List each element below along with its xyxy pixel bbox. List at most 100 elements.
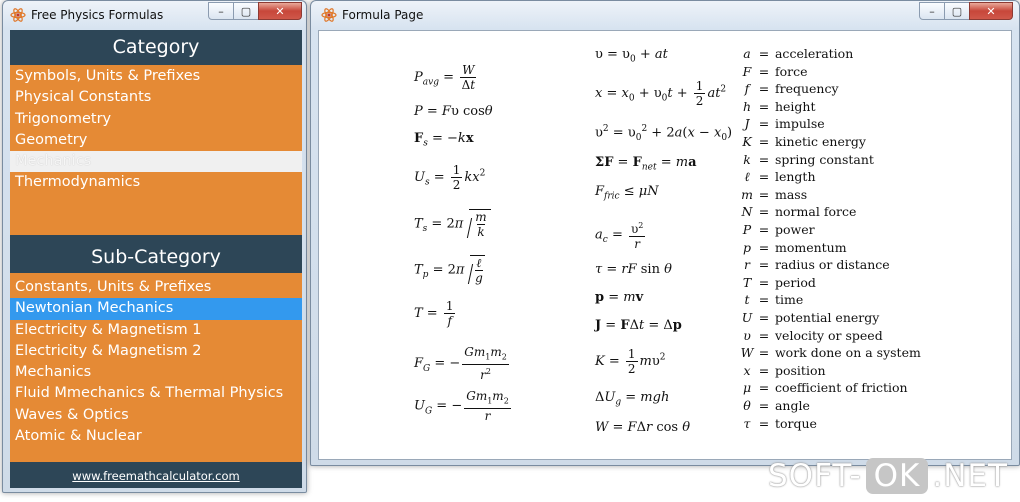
formula-power: P = Fυ cosθ — [414, 104, 493, 119]
legend-symbol: τ — [743, 415, 751, 431]
legend-symbol: θ — [743, 398, 751, 413]
subcategory-item[interactable]: Mechanics — [10, 362, 302, 383]
formula-momentum: p = mv — [595, 290, 644, 305]
category-item-selected[interactable]: Mechanics — [10, 151, 302, 173]
legend-description: kinetic energy — [774, 134, 866, 149]
legend-row: k = spring constant — [737, 152, 874, 167]
legend-symbol: h — [742, 98, 752, 114]
legend-description: work done on a system — [774, 345, 921, 361]
legend-row: a = acceleration — [737, 46, 853, 61]
formula-friction: Ffric ≤ μN — [595, 184, 659, 202]
navigation-panel: Category Symbols, Units & Prefixes Physi… — [10, 30, 302, 488]
app-window: Free Physics Formulas – ▢ ✕ Category Sym… — [2, 0, 307, 493]
legend-symbol: m — [741, 186, 753, 202]
legend-row: x = position — [737, 362, 826, 378]
legend-symbol: W — [740, 345, 754, 361]
category-list: Symbols, Units & Prefixes Physical Const… — [10, 66, 302, 194]
category-item[interactable]: Geometry — [10, 130, 302, 151]
subcategory-item[interactable]: Atomic & Nuclear — [10, 426, 302, 447]
formula-torque: τ = rF sin θ — [595, 262, 672, 277]
footer-bar: www.freemathcalculator.com — [10, 462, 302, 488]
window-title: Formula Page — [342, 8, 424, 22]
symbol-legend: a = acceleration F = force f = frequency h =… — [737, 46, 1007, 446]
formula-sheet: Pavg = W Δt P = Fυ cosθ Fs = −kx Us = 12k… — [318, 30, 1012, 460]
legend-description: velocity or speed — [774, 327, 883, 343]
formula-gravitational-force: FG = − Gm1m2 r2 — [414, 345, 509, 383]
legend-row: J = impulse — [737, 116, 825, 132]
formula-spring-period: Ts = 2π m k — [414, 209, 491, 239]
maximize-button[interactable]: ▢ — [233, 2, 259, 20]
legend-symbol: f — [744, 81, 750, 97]
subcategory-list: Constants, Units & Prefixes Newtonian Me… — [10, 277, 302, 447]
title-bar[interactable]: Free Physics Formulas – ▢ ✕ — [3, 1, 306, 29]
minimize-button[interactable]: – — [208, 2, 234, 20]
close-button[interactable]: ✕ — [969, 2, 1013, 20]
formula-window: Formula Page – ▢ ✕ Pavg = W Δt P = Fυ cos… — [310, 0, 1020, 466]
legend-row: ℓ = length — [737, 169, 815, 185]
legend-description: potential energy — [774, 310, 880, 325]
formula-position: x = x0 + υ0t + 1 2 at2 — [595, 79, 727, 108]
formula-impulse: J = FΔt = Δp — [595, 318, 682, 333]
legend-description: height — [774, 98, 816, 114]
subcategory-item[interactable]: Electricity & Magnetism 2 — [10, 341, 302, 362]
atom-icon — [321, 8, 337, 22]
legend-row: h = height — [737, 99, 816, 114]
legend-row: m = mass — [737, 187, 807, 202]
legend-description: acceleration — [774, 46, 854, 61]
watermark-left: SOFT- — [768, 458, 862, 494]
legend-row: U = potential energy — [737, 310, 880, 325]
subcategory-item[interactable]: Waves & Optics — [10, 405, 302, 426]
legend-symbol: U — [741, 310, 753, 325]
maximize-button[interactable]: ▢ — [944, 2, 970, 20]
legend-row: θ = angle — [737, 398, 810, 413]
website-link[interactable]: www.freemathcalculator.com — [72, 469, 239, 483]
legend-symbol: t — [744, 292, 750, 308]
subcategory-item[interactable]: Fluid Mmechanics & Thermal Physics — [10, 383, 302, 404]
window-title: Free Physics Formulas — [31, 8, 164, 22]
category-item[interactable]: Thermodynamics — [10, 172, 302, 193]
legend-description: force — [774, 63, 808, 79]
category-item[interactable]: Physical Constants — [10, 87, 302, 108]
title-bar[interactable]: Formula Page – ▢ ✕ — [311, 1, 1019, 29]
category-item[interactable]: Trigonometry — [10, 109, 302, 130]
legend-description: coefficient of friction — [774, 380, 908, 396]
legend-symbol: K — [742, 134, 752, 149]
minimize-button[interactable]: – — [919, 2, 945, 20]
formula-spring-energy: Us = 1 2 kx2 — [414, 163, 486, 192]
legend-description: power — [774, 222, 815, 237]
formula-velocity-squared: υ2 = υ02 + 2a(x − x0) — [595, 124, 733, 143]
subcategory-item-selected[interactable]: Newtonian Mechanics — [10, 298, 302, 320]
legend-symbol: υ — [743, 327, 751, 343]
category-header: Category — [10, 30, 302, 65]
legend-row: μ = coefficient of friction — [737, 380, 908, 395]
formula-spring-force: Fs = −kx — [414, 131, 474, 149]
legend-description: position — [774, 362, 826, 378]
legend-symbol: x — [743, 362, 751, 378]
close-button[interactable]: ✕ — [258, 2, 302, 20]
subcategory-item[interactable]: Constants, Units & Prefixes — [10, 277, 302, 298]
legend-row: T = period — [737, 275, 816, 290]
watermark-right: .NET — [932, 458, 1008, 494]
legend-symbol: a — [743, 46, 751, 61]
watermark: SOFT- OK .NET — [768, 454, 1008, 498]
legend-symbol: J — [744, 116, 750, 132]
legend-description: frequency — [774, 81, 839, 97]
legend-symbol: p — [742, 239, 751, 255]
formula-velocity: υ = υ0 + at — [595, 47, 668, 65]
legend-symbol: ℓ — [744, 169, 750, 185]
legend-description: angle — [774, 398, 810, 413]
subcategory-item[interactable]: Electricity & Magnetism 1 — [10, 320, 302, 341]
legend-row: N = normal force — [737, 204, 857, 220]
formula-net-force: ΣF = Fnet = ma — [595, 155, 697, 173]
legend-symbol: N — [741, 204, 753, 220]
legend-row: W = work done on a system — [737, 345, 921, 360]
formula-avg-power: Pavg = W Δt — [414, 63, 477, 92]
legend-symbol: μ — [742, 380, 752, 396]
legend-description: spring constant — [774, 151, 874, 167]
legend-description: normal force — [774, 204, 857, 220]
legend-description: impulse — [774, 116, 825, 132]
category-item[interactable]: Symbols, Units & Prefixes — [10, 66, 302, 87]
legend-row: υ = velocity or speed — [737, 328, 883, 343]
legend-row: F = force — [737, 64, 808, 79]
legend-row: K = kinetic energy — [737, 134, 866, 149]
